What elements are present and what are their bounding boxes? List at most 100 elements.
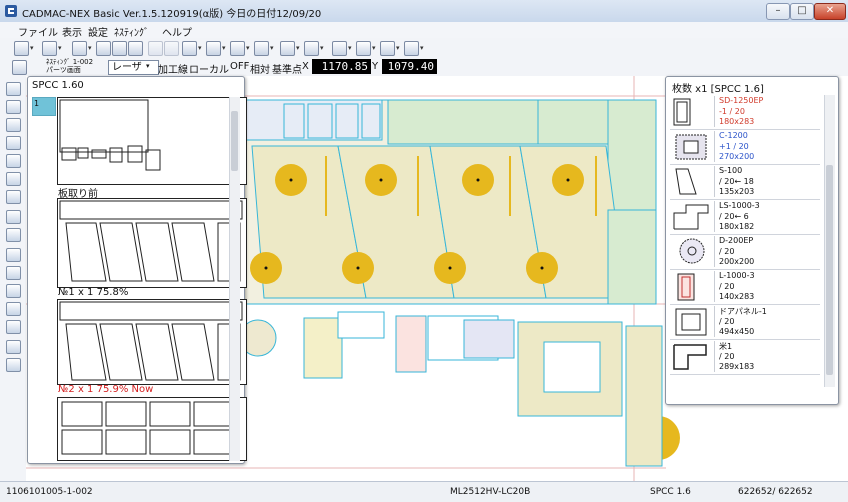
array-icon[interactable] [304,41,319,56]
chevron-down-icon[interactable]: ▾ [396,44,400,52]
pen-icon[interactable] [6,136,21,150]
part-row[interactable]: D-200EP / 20 200x200 [670,235,820,270]
status-bar: 1106101005-1-002 ML2512HV-LC20B SPCC 1.6… [0,481,848,502]
local-state-text[interactable]: OFF [230,61,249,72]
chevron-down-icon[interactable]: ▾ [58,44,62,52]
panel-title: SPCC 1.60 [32,80,84,91]
chevron-down-icon[interactable]: ▾ [198,44,202,52]
print-preview-icon[interactable] [6,100,21,114]
x-coord-field: 1170.85 [312,59,371,74]
part-name: LS-1000-3 [719,201,760,210]
chevron-down-icon[interactable]: ▾ [320,44,324,52]
wrench-icon[interactable] [6,154,21,168]
part-name: L-1000-3 [719,271,755,280]
layout-icon[interactable] [254,41,269,56]
menu-settings[interactable]: 設定 [88,24,108,39]
grid-icon[interactable] [230,41,245,56]
y-coord-label: Y [372,61,379,72]
base-point-button[interactable]: 基準点 [272,61,302,76]
part-row[interactable]: 米1 / 20 289x183 [670,340,820,375]
part-size: 494x450 [719,327,755,336]
scrollbar[interactable] [824,95,835,387]
chevron-down-icon[interactable]: ▾ [146,62,150,70]
chevron-down-icon[interactable]: ▾ [420,44,424,52]
chevron-down-icon[interactable]: ▾ [88,44,92,52]
maximize-button[interactable]: □ [790,3,814,20]
line-icon[interactable] [6,118,21,132]
chevron-down-icon[interactable]: ▾ [348,44,352,52]
menu-help[interactable]: ヘルプ [162,24,192,39]
document-icon[interactable] [6,340,21,354]
part-size: 200x200 [719,257,755,266]
sheet-thumbnail-3[interactable] [57,397,247,461]
eye-icon[interactable] [6,210,21,224]
status-machine: ML2512HV-LC20B [450,487,531,497]
chevron-down-icon[interactable]: ▾ [296,44,300,52]
color-icon[interactable] [6,248,21,262]
menu-nesting[interactable]: ﾈｽﾃｨﾝｸﾞ [114,24,149,39]
minimize-button[interactable]: – [766,3,790,20]
part-row[interactable]: S-100 / 20← 18 135x203 [670,165,820,200]
part-thumbnail [675,306,715,337]
eraser-icon[interactable] [96,41,111,56]
list-icon[interactable] [12,60,27,75]
machining-line-button[interactable]: 加工線 [158,61,188,76]
scrollbar-thumb[interactable] [231,111,238,171]
local-button[interactable]: ローカル [189,61,229,76]
target-icon[interactable] [356,41,371,56]
relative-button[interactable]: 相対 [250,61,270,76]
sheet-caption-2: №2 x 1 75.9% Now [58,384,154,395]
pick-icon[interactable] [6,172,21,186]
sheet-thumbnail-1[interactable] [57,198,247,288]
part-thumbnail [677,271,715,302]
part-row[interactable]: ドアパネル-1 / 20 494x450 [670,305,820,340]
align-icon[interactable] [280,41,295,56]
pin-icon[interactable] [6,266,21,280]
save-icon[interactable] [112,41,127,56]
palette-icon[interactable] [380,41,395,56]
edit-icon[interactable] [206,41,221,56]
cursor-icon[interactable] [6,82,21,96]
status-count: 622652/ 622652 [738,487,813,497]
menu-file[interactable]: ファイル [18,24,58,39]
sheet-tab-number: 1 [34,99,40,108]
globe-icon[interactable] [6,228,21,242]
redo-icon[interactable] [164,41,179,56]
cross-icon[interactable] [6,190,21,204]
chevron-down-icon[interactable]: ▾ [30,44,34,52]
part-row[interactable]: L-1000-3 / 20 140x283 [670,270,820,305]
select-icon[interactable] [182,41,197,56]
undo-icon[interactable] [148,41,163,56]
chart-icon[interactable] [6,358,21,372]
menu-view[interactable]: 表示 [62,24,82,39]
sheet-list-panel: SPCC 1.60 1 板取り前 №1 x 1 75.8% №2 x 1 75.… [27,76,247,464]
chevron-down-icon[interactable]: ▾ [222,44,226,52]
new-icon[interactable] [14,41,29,56]
part-row[interactable]: LS-1000-3 / 20← 6 180x182 [670,200,820,235]
part-row[interactable]: SD-1250EP -1 / 20 180x283 [670,95,820,130]
part-count: -1 / 20 [719,107,745,116]
parts-list-panel: 枚数 x1 [SPCC 1.6] SD-1250EP -1 / 20 180x2… [665,76,839,405]
sheet-thumbnail-original[interactable] [57,97,247,185]
nesting-label: ﾈｽﾃｨﾝｸﾞ 1-002 [46,58,94,66]
frame-icon[interactable] [6,302,21,316]
chevron-down-icon[interactable]: ▾ [246,44,250,52]
part-size: 180x283 [719,117,755,126]
part-name: SD-1250EP [719,96,764,105]
chevron-down-icon[interactable]: ▾ [270,44,274,52]
sheet-thumbnail-2[interactable] [57,299,247,385]
process-select[interactable]: レーザ [108,60,159,75]
scrollbar[interactable] [229,97,240,461]
print-icon[interactable] [72,41,87,56]
layers-icon[interactable] [6,284,21,298]
scrollbar-thumb[interactable] [826,165,833,375]
open-icon[interactable] [42,41,57,56]
close-button[interactable]: ✕ [814,3,846,20]
sheet-preview [59,200,243,282]
chevron-down-icon[interactable]: ▾ [372,44,376,52]
tools-icon[interactable] [404,41,419,56]
part-row[interactable]: C-1200 +1 / 20 270x200 [670,130,820,165]
measure-icon[interactable] [332,41,347,56]
snap-icon[interactable] [6,320,21,334]
export-icon[interactable] [128,41,143,56]
